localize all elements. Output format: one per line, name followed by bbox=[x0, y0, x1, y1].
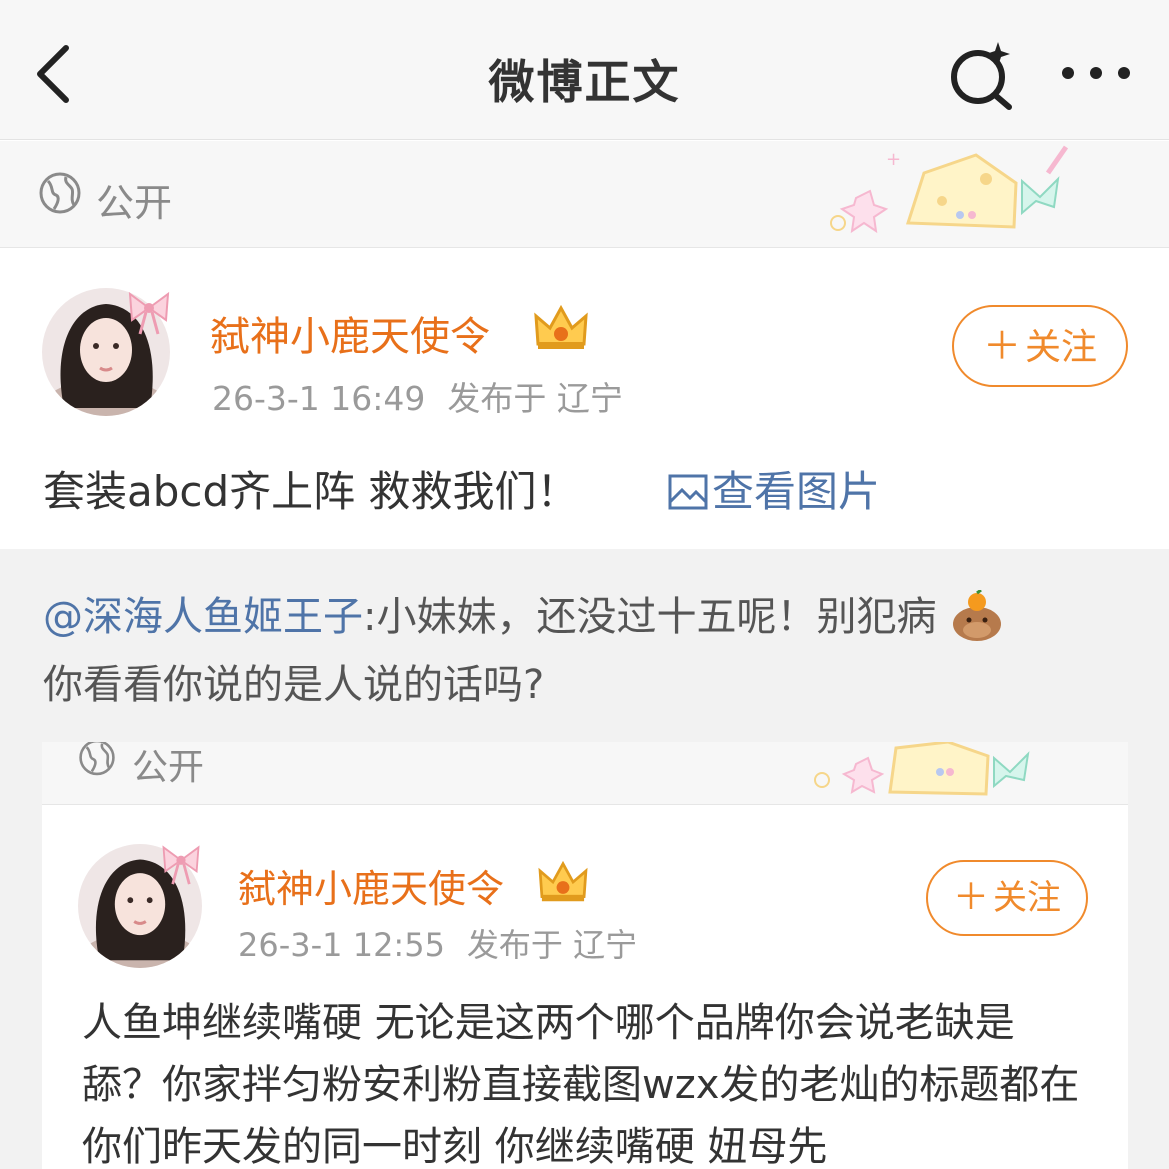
bow-icon bbox=[162, 845, 200, 885]
top-nav-bar: 微博正文 bbox=[0, 0, 1169, 140]
embedded-location: 发布于 辽宁 bbox=[466, 926, 638, 964]
crown-icon bbox=[538, 860, 588, 902]
image-icon bbox=[668, 474, 708, 510]
repost-comment: @深海人鱼姬王子:小妹妹，还没过十五呢！别犯病 你看看你说的是人说的话吗? bbox=[43, 583, 1133, 719]
globe-icon bbox=[39, 172, 81, 214]
embedded-follow-label: 关注 bbox=[993, 878, 1061, 918]
embedded-meta: 26-3-1 12:55 发布于 辽宁 bbox=[238, 920, 637, 966]
view-pictures-link[interactable]: 查看图片 bbox=[668, 458, 880, 519]
embedded-follow-button[interactable]: ＋关注 bbox=[926, 860, 1088, 936]
svg-text:+: + bbox=[886, 149, 901, 170]
visibility-label: 公开 bbox=[96, 181, 173, 225]
more-button[interactable] bbox=[1058, 56, 1134, 90]
embedded-post-card[interactable]: 公开 弑神小鹿天使令 26-3-1 12:55 发布于 辽宁 ＋关注 人鱼坤继续… bbox=[42, 742, 1128, 1169]
follow-button[interactable]: ＋关注 bbox=[952, 305, 1128, 387]
crown-icon bbox=[534, 304, 588, 349]
capybara-icon bbox=[953, 588, 1002, 641]
embedded-username[interactable]: 弑神小鹿天使令 bbox=[238, 858, 504, 913]
embedded-post-text: 人鱼坤继续嘴硬 无论是这两个哪个品牌你会说老缺是舔？你家拌匀粉安利粉直接截图wz… bbox=[82, 1000, 1080, 1169]
cheese-sticker-decoration: + bbox=[830, 145, 1069, 234]
post-time: 26-3-1 16:49 bbox=[212, 379, 426, 418]
embedded-time: 26-3-1 12:55 bbox=[238, 926, 445, 964]
repost-text-line1: :小妹妹，还没过十五呢！别犯病 bbox=[363, 594, 937, 640]
globe-icon bbox=[79, 742, 115, 776]
sparkle-search-icon bbox=[951, 42, 1012, 110]
post-username[interactable]: 弑神小鹿天使令 bbox=[210, 304, 490, 362]
post-meta: 26-3-1 16:49 发布于 辽宁 bbox=[212, 372, 623, 420]
post-text: 套装abcd齐上阵 救救我们！ bbox=[43, 467, 579, 516]
view-pictures-label: 查看图片 bbox=[712, 467, 881, 516]
post-location: 发布于 辽宁 bbox=[447, 379, 623, 418]
cheese-sticker-decoration bbox=[814, 742, 1030, 796]
plus-icon: ＋ bbox=[982, 324, 1021, 368]
follow-label: 关注 bbox=[1025, 327, 1098, 368]
mention-link[interactable]: @深海人鱼姬王子 bbox=[43, 594, 363, 640]
bow-icon bbox=[128, 291, 170, 335]
repost-text-line2: 你看看你说的是人说的话吗? bbox=[43, 662, 545, 708]
search-button[interactable] bbox=[946, 40, 1016, 110]
embedded-visibility-label: 公开 bbox=[132, 747, 205, 788]
plus-icon: ＋ bbox=[952, 877, 989, 918]
more-dots-icon bbox=[1062, 67, 1130, 79]
